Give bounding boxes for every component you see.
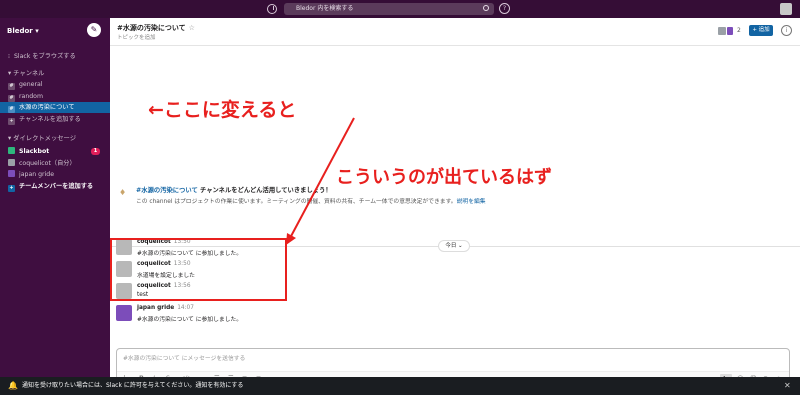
channel-link[interactable]: #水源の汚染について — [136, 187, 198, 194]
status-badge: 1 — [91, 148, 100, 155]
channel-label: general — [19, 81, 43, 88]
avatar — [8, 159, 15, 166]
edit-description-link[interactable]: 説明を編集 — [457, 199, 486, 205]
search-icon — [483, 5, 489, 11]
workspace-name: Bledor — [7, 27, 33, 35]
sidebar: Bledor ▾ ✎ ⁝ Slack をブラウズする ▾ チャンネル # gener… — [0, 18, 110, 377]
dm-label: coquelicot（自分） — [19, 160, 76, 167]
star-icon[interactable]: ☆ — [189, 24, 195, 32]
message-header: japan gride 14:07 — [137, 305, 194, 311]
channels-header[interactable]: ▾ チャンネル — [8, 68, 44, 77]
avatar[interactable] — [727, 27, 733, 35]
hash-icon: # — [8, 106, 15, 113]
hash-icon: # — [8, 95, 15, 102]
channel-intro-text: この channel はプロジェクトの作業に使います。ミーティングの開催、資料の… — [136, 196, 486, 205]
compose-icon[interactable]: ✎ — [87, 23, 101, 37]
sidebar-item-general[interactable]: # general — [0, 79, 110, 90]
timestamp[interactable]: 14:07 — [177, 305, 194, 311]
browse-slack[interactable]: ⁝ Slack をブラウズする — [0, 51, 110, 62]
slackbot-icon — [8, 147, 15, 154]
channel-view: #水源の汚染について ☆ トピックを追加 2 + 追加 i ♦ #水源の汚染につい… — [110, 18, 800, 386]
divider — [110, 45, 800, 46]
search-placeholder: Bledor 内を検索する — [296, 5, 354, 12]
add-channel-button[interactable]: + チャンネルを追加する — [0, 114, 110, 125]
dm-label: japan gride — [19, 171, 55, 178]
dm-header[interactable]: ▾ ダイレクトメッセージ — [8, 133, 76, 142]
browse-label: Slack をブラウズする — [13, 53, 76, 60]
avatar[interactable] — [718, 27, 726, 35]
notification-banner: 🔔 通知を受け取りたい場合には、Slack に許可を与えてください。通知を有効に… — [0, 377, 800, 395]
sidebar-item-coquelicot[interactable]: coquelicot（自分） — [0, 158, 110, 169]
hash-icon: # — [8, 83, 15, 90]
plus-icon: + — [8, 185, 15, 192]
search-input[interactable]: Bledor 内を検索する — [284, 3, 494, 15]
channel-intro-headline: #水源の汚染について チャンネルをどんどん活用していきましょう！ — [136, 185, 332, 194]
author-name[interactable]: japan gride — [137, 305, 174, 311]
avatar — [8, 170, 15, 177]
message-input[interactable]: #水源の汚染について にメッセージを送信する — [123, 353, 245, 362]
info-icon[interactable]: i — [781, 25, 792, 36]
channel-label: 水源の汚染について — [19, 104, 75, 111]
add-channel-label: チャンネルを追加する — [19, 116, 81, 123]
channel-title: #水源の汚染について — [117, 24, 186, 32]
channels-header-label: チャンネル — [13, 70, 45, 77]
history-icon[interactable] — [267, 4, 277, 14]
page-title: #水源の汚染について ☆ — [117, 23, 195, 33]
intro-text: この channel はプロジェクトの作業に使います。ミーティングの開催、資料の… — [136, 199, 457, 205]
add-button[interactable]: + 追加 — [749, 25, 773, 36]
today-button[interactable]: 今日 ⌄ — [438, 240, 470, 252]
annotation-first: ←ここに変えると — [148, 99, 297, 121]
bell-icon: 🔔 — [8, 381, 18, 390]
plus-icon: + — [8, 118, 15, 125]
message-text: #水源の汚染について に参加しました。 — [137, 317, 243, 323]
add-topic[interactable]: トピックを追加 — [117, 33, 156, 41]
sidebar-item-japan-gride[interactable]: japan gride — [0, 169, 110, 180]
help-icon[interactable]: ? — [499, 3, 510, 14]
sidebar-item-slackbot[interactable]: Slackbot 1 — [0, 146, 110, 157]
intro-headline: チャンネルをどんどん活用していきましょう！ — [197, 187, 332, 194]
channel-label: random — [19, 93, 43, 100]
bulb-icon: ♦ — [119, 188, 127, 197]
sidebar-item-water-pollution[interactable]: # 水源の汚染について — [0, 102, 110, 113]
avatar[interactable] — [780, 3, 792, 15]
member-count[interactable]: 2 — [737, 27, 741, 34]
dm-label: Slackbot — [19, 148, 50, 155]
highlight-box — [110, 238, 287, 301]
workspace-menu[interactable]: Bledor ▾ — [7, 27, 39, 35]
annotation-second: こういうのが出ているはず — [336, 167, 552, 188]
add-member-label: チームメンバーを追加する — [19, 183, 94, 190]
dm-header-label: ダイレクトメッセージ — [13, 135, 77, 142]
sidebar-item-random[interactable]: # random — [0, 91, 110, 102]
banner-text[interactable]: 通知を受け取りたい場合には、Slack に許可を与えてください。通知を有効にする — [22, 377, 243, 395]
avatar[interactable] — [116, 305, 132, 321]
add-member-button[interactable]: + チームメンバーを追加する — [0, 181, 110, 192]
close-icon[interactable]: ✕ — [784, 377, 791, 395]
top-bar: Bledor 内を検索する ? — [0, 0, 800, 18]
